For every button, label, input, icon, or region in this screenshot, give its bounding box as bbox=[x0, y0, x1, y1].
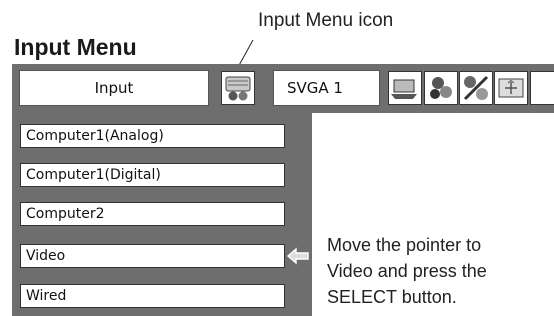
color-adjust-icon[interactable] bbox=[459, 71, 493, 105]
input-box[interactable]: Input bbox=[19, 70, 209, 106]
list-item-computer1-analog[interactable]: Computer1(Analog) bbox=[20, 124, 285, 148]
signal-type-box[interactable]: SVGA 1 bbox=[273, 70, 380, 106]
left-arrow-pointer-icon bbox=[286, 247, 309, 265]
input-menu-icon[interactable] bbox=[221, 71, 255, 105]
list-item-computer2[interactable]: Computer2 bbox=[20, 202, 285, 226]
instruction-line-1: Move the pointer to bbox=[327, 235, 482, 255]
input-menu-icon-callout: Input Menu icon bbox=[258, 10, 394, 31]
list-item-video[interactable]: Video bbox=[20, 244, 285, 268]
page-title: Input Menu bbox=[14, 34, 137, 60]
instruction-line-3: SELECT button. bbox=[327, 287, 457, 307]
list-item-computer1-digital[interactable]: Computer1(Digital) bbox=[20, 163, 285, 187]
next-menu-icon[interactable] bbox=[530, 71, 554, 105]
list-item-wired[interactable]: Wired bbox=[20, 284, 285, 308]
computer-icon[interactable] bbox=[388, 71, 422, 105]
image-adjust-icon[interactable] bbox=[424, 71, 458, 105]
instruction-line-2: Video and press the bbox=[327, 261, 487, 281]
screen-icon[interactable] bbox=[494, 71, 528, 105]
